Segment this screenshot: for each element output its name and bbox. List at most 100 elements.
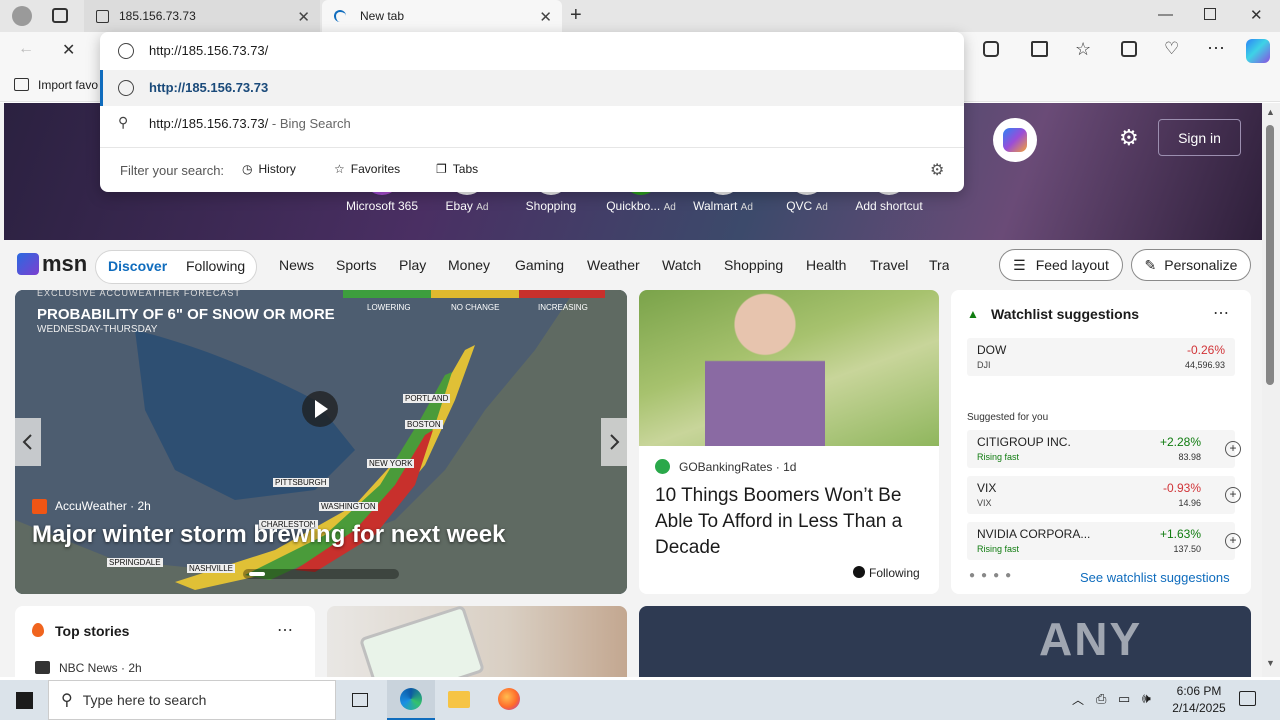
close-tab-icon[interactable]: ✕ xyxy=(539,8,552,26)
pager-dots[interactable]: ●●●● xyxy=(969,570,1017,581)
profile-icon[interactable] xyxy=(12,6,32,26)
page-scrollbar[interactable]: ▲ ▼ xyxy=(1262,103,1280,677)
copilot-icon[interactable] xyxy=(1246,39,1270,63)
address-bar[interactable]: http://185.156.73.73/ xyxy=(100,32,964,70)
nav-traffic[interactable]: Tra xyxy=(929,257,949,273)
tab-following[interactable]: Following xyxy=(186,258,245,274)
filter-favorites[interactable]: ☆ Favorites xyxy=(334,162,400,176)
nav-news[interactable]: News xyxy=(279,257,314,273)
nav-health[interactable]: Health xyxy=(806,257,846,273)
sign-in-button[interactable]: Sign in xyxy=(1158,119,1241,156)
watchlist-card: ▲ Watchlist suggestions ⋯ DOW DJI -0.26%… xyxy=(951,290,1251,594)
search-filters: Filter your search: ◷ History ☆ Favorites … xyxy=(100,147,964,192)
suggestion-bing-search[interactable]: ⚲ http://185.156.73.73/ - Bing Search xyxy=(100,106,964,142)
filter-tabs[interactable]: ❐ Tabs xyxy=(436,162,478,176)
stock-vix[interactable]: VIX VIX -0.93% 14.96 + xyxy=(967,476,1241,514)
nav-money[interactable]: Money xyxy=(448,257,490,273)
article-card-map[interactable]: ANY RUN xyxy=(639,606,1251,677)
article-card-tablet[interactable] xyxy=(327,604,627,677)
close-tab-icon[interactable]: ✕ xyxy=(297,8,310,26)
firefox-icon[interactable] xyxy=(498,688,520,710)
collections-icon[interactable] xyxy=(1121,41,1137,57)
favorites-star-icon[interactable]: ☆ xyxy=(1075,39,1091,60)
person-figure xyxy=(705,290,825,446)
tabs-icon: ❐ xyxy=(436,162,447,176)
extensions-icon[interactable] xyxy=(983,41,999,57)
card-headline[interactable]: 10 Things Boomers Won’t Be Able To Affor… xyxy=(655,483,931,561)
notifications-icon[interactable] xyxy=(1239,691,1256,706)
chevron-up-icon[interactable]: ︿ xyxy=(1072,691,1084,708)
stock-dow[interactable]: DOW DJI -0.26% 44,596.93 xyxy=(967,338,1235,376)
tab-title: New tab xyxy=(360,9,405,23)
nav-play[interactable]: Play xyxy=(399,257,426,273)
scroll-up-icon[interactable]: ▲ xyxy=(1266,107,1275,117)
scroll-down-icon[interactable]: ▼ xyxy=(1266,658,1275,668)
tab-185[interactable]: 185.156.73.73 ✕ xyxy=(84,0,320,32)
suggested-label: Suggested for you xyxy=(967,412,1049,423)
tab-title: 185.156.73.73 xyxy=(119,9,196,23)
minimize-icon[interactable]: — xyxy=(1158,6,1173,23)
suggestion-url[interactable]: http://185.156.73.73 xyxy=(100,70,964,106)
file-explorer-icon[interactable] xyxy=(448,691,470,708)
network-wired-icon[interactable]: ▭ xyxy=(1118,691,1130,707)
fire-icon xyxy=(32,623,44,637)
city-label: PORTLAND xyxy=(403,394,451,403)
scroll-thumb[interactable] xyxy=(1266,125,1274,385)
nav-shopping[interactable]: Shopping xyxy=(724,257,783,273)
volume-icon[interactable]: 🕪 xyxy=(1142,690,1151,707)
copilot-button[interactable] xyxy=(993,118,1037,162)
tab-discover[interactable]: Discover xyxy=(108,258,167,274)
split-screen-icon[interactable] xyxy=(1031,41,1048,57)
nav-travel[interactable]: Travel xyxy=(870,257,908,273)
add-to-watchlist-icon[interactable]: + xyxy=(1225,487,1241,503)
more-icon[interactable]: ⋯ xyxy=(1207,38,1225,59)
more-options-icon[interactable]: ⋯ xyxy=(1213,303,1229,323)
network-icon[interactable]: ⎙ xyxy=(1096,691,1106,707)
nav-watch[interactable]: Watch xyxy=(662,257,701,273)
settings-gear-icon[interactable]: ⚙ xyxy=(1119,125,1139,151)
import-favorites-link[interactable]: Import favo xyxy=(38,78,98,92)
anyrun-watermark: ANY RUN xyxy=(1039,613,1143,677)
taskbar-search[interactable]: ⚲ Type here to search xyxy=(48,680,336,720)
more-options-icon[interactable]: ⋯ xyxy=(277,620,293,640)
globe-icon xyxy=(118,80,134,96)
task-view-icon[interactable] xyxy=(352,693,368,707)
title-bar: 185.156.73.73 ✕ New tab ✕ + — ✕ xyxy=(0,0,1280,32)
carousel-dots[interactable] xyxy=(243,569,399,579)
featured-video-card[interactable]: EXCLUSIVE ACCUWEATHER FORECAST PROBABILI… xyxy=(15,290,627,594)
map-title: PROBABILITY OF 6" OF SNOW OR MORE xyxy=(37,306,335,323)
windows-start-icon[interactable] xyxy=(16,692,33,709)
story-source: NBC News · 2h xyxy=(59,661,142,675)
banner-text: EXCLUSIVE ACCUWEATHER FORECAST xyxy=(37,290,241,298)
close-window-icon[interactable]: ✕ xyxy=(1250,6,1263,24)
clock-time[interactable]: 6:06 PM xyxy=(1174,684,1224,698)
feed-toggle: Discover Following xyxy=(95,250,257,284)
performance-icon[interactable]: ♡ xyxy=(1164,39,1179,59)
following-badge[interactable]: Following xyxy=(853,566,920,580)
clock-date[interactable]: 2/14/2025 xyxy=(1168,701,1230,715)
filter-history[interactable]: ◷ History xyxy=(242,162,296,176)
msn-logo[interactable]: msn xyxy=(17,251,87,277)
article-card-boomers[interactable]: GOBankingRates · 1d 10 Things Boomers Wo… xyxy=(639,290,939,594)
suggestion-text: http://185.156.73.73 xyxy=(149,80,269,95)
personalize-button[interactable]: ✎ Personalize xyxy=(1131,249,1251,281)
stock-nvidia[interactable]: NVIDIA CORPORA... Rising fast +1.63% 137… xyxy=(967,522,1241,560)
tab-actions-icon[interactable] xyxy=(52,8,68,23)
feed-layout-button[interactable]: ☰ Feed layout xyxy=(999,249,1123,281)
card-headline[interactable]: Major winter storm brewing for next week xyxy=(32,521,505,549)
nav-sports[interactable]: Sports xyxy=(336,257,376,273)
nav-weather[interactable]: Weather xyxy=(587,257,640,273)
see-watchlist-link[interactable]: See watchlist suggestions xyxy=(1080,570,1230,585)
add-to-watchlist-icon[interactable]: + xyxy=(1225,533,1241,549)
new-tab-icon[interactable]: + xyxy=(570,4,582,27)
restore-icon[interactable] xyxy=(1204,8,1216,20)
stock-citigroup[interactable]: CITIGROUP INC. Rising fast +2.28% 83.98 … xyxy=(967,430,1241,468)
nav-gaming[interactable]: Gaming xyxy=(515,257,564,273)
add-to-watchlist-icon[interactable]: + xyxy=(1225,441,1241,457)
stop-icon[interactable]: ✕ xyxy=(62,40,75,60)
address-input[interactable]: http://185.156.73.73/ xyxy=(149,43,268,58)
back-icon[interactable]: ← xyxy=(18,40,34,58)
tab-new-tab[interactable]: New tab ✕ xyxy=(322,0,562,32)
settings-icon[interactable]: ⚙ xyxy=(930,160,944,180)
watchlist-title: Watchlist suggestions xyxy=(991,306,1140,322)
